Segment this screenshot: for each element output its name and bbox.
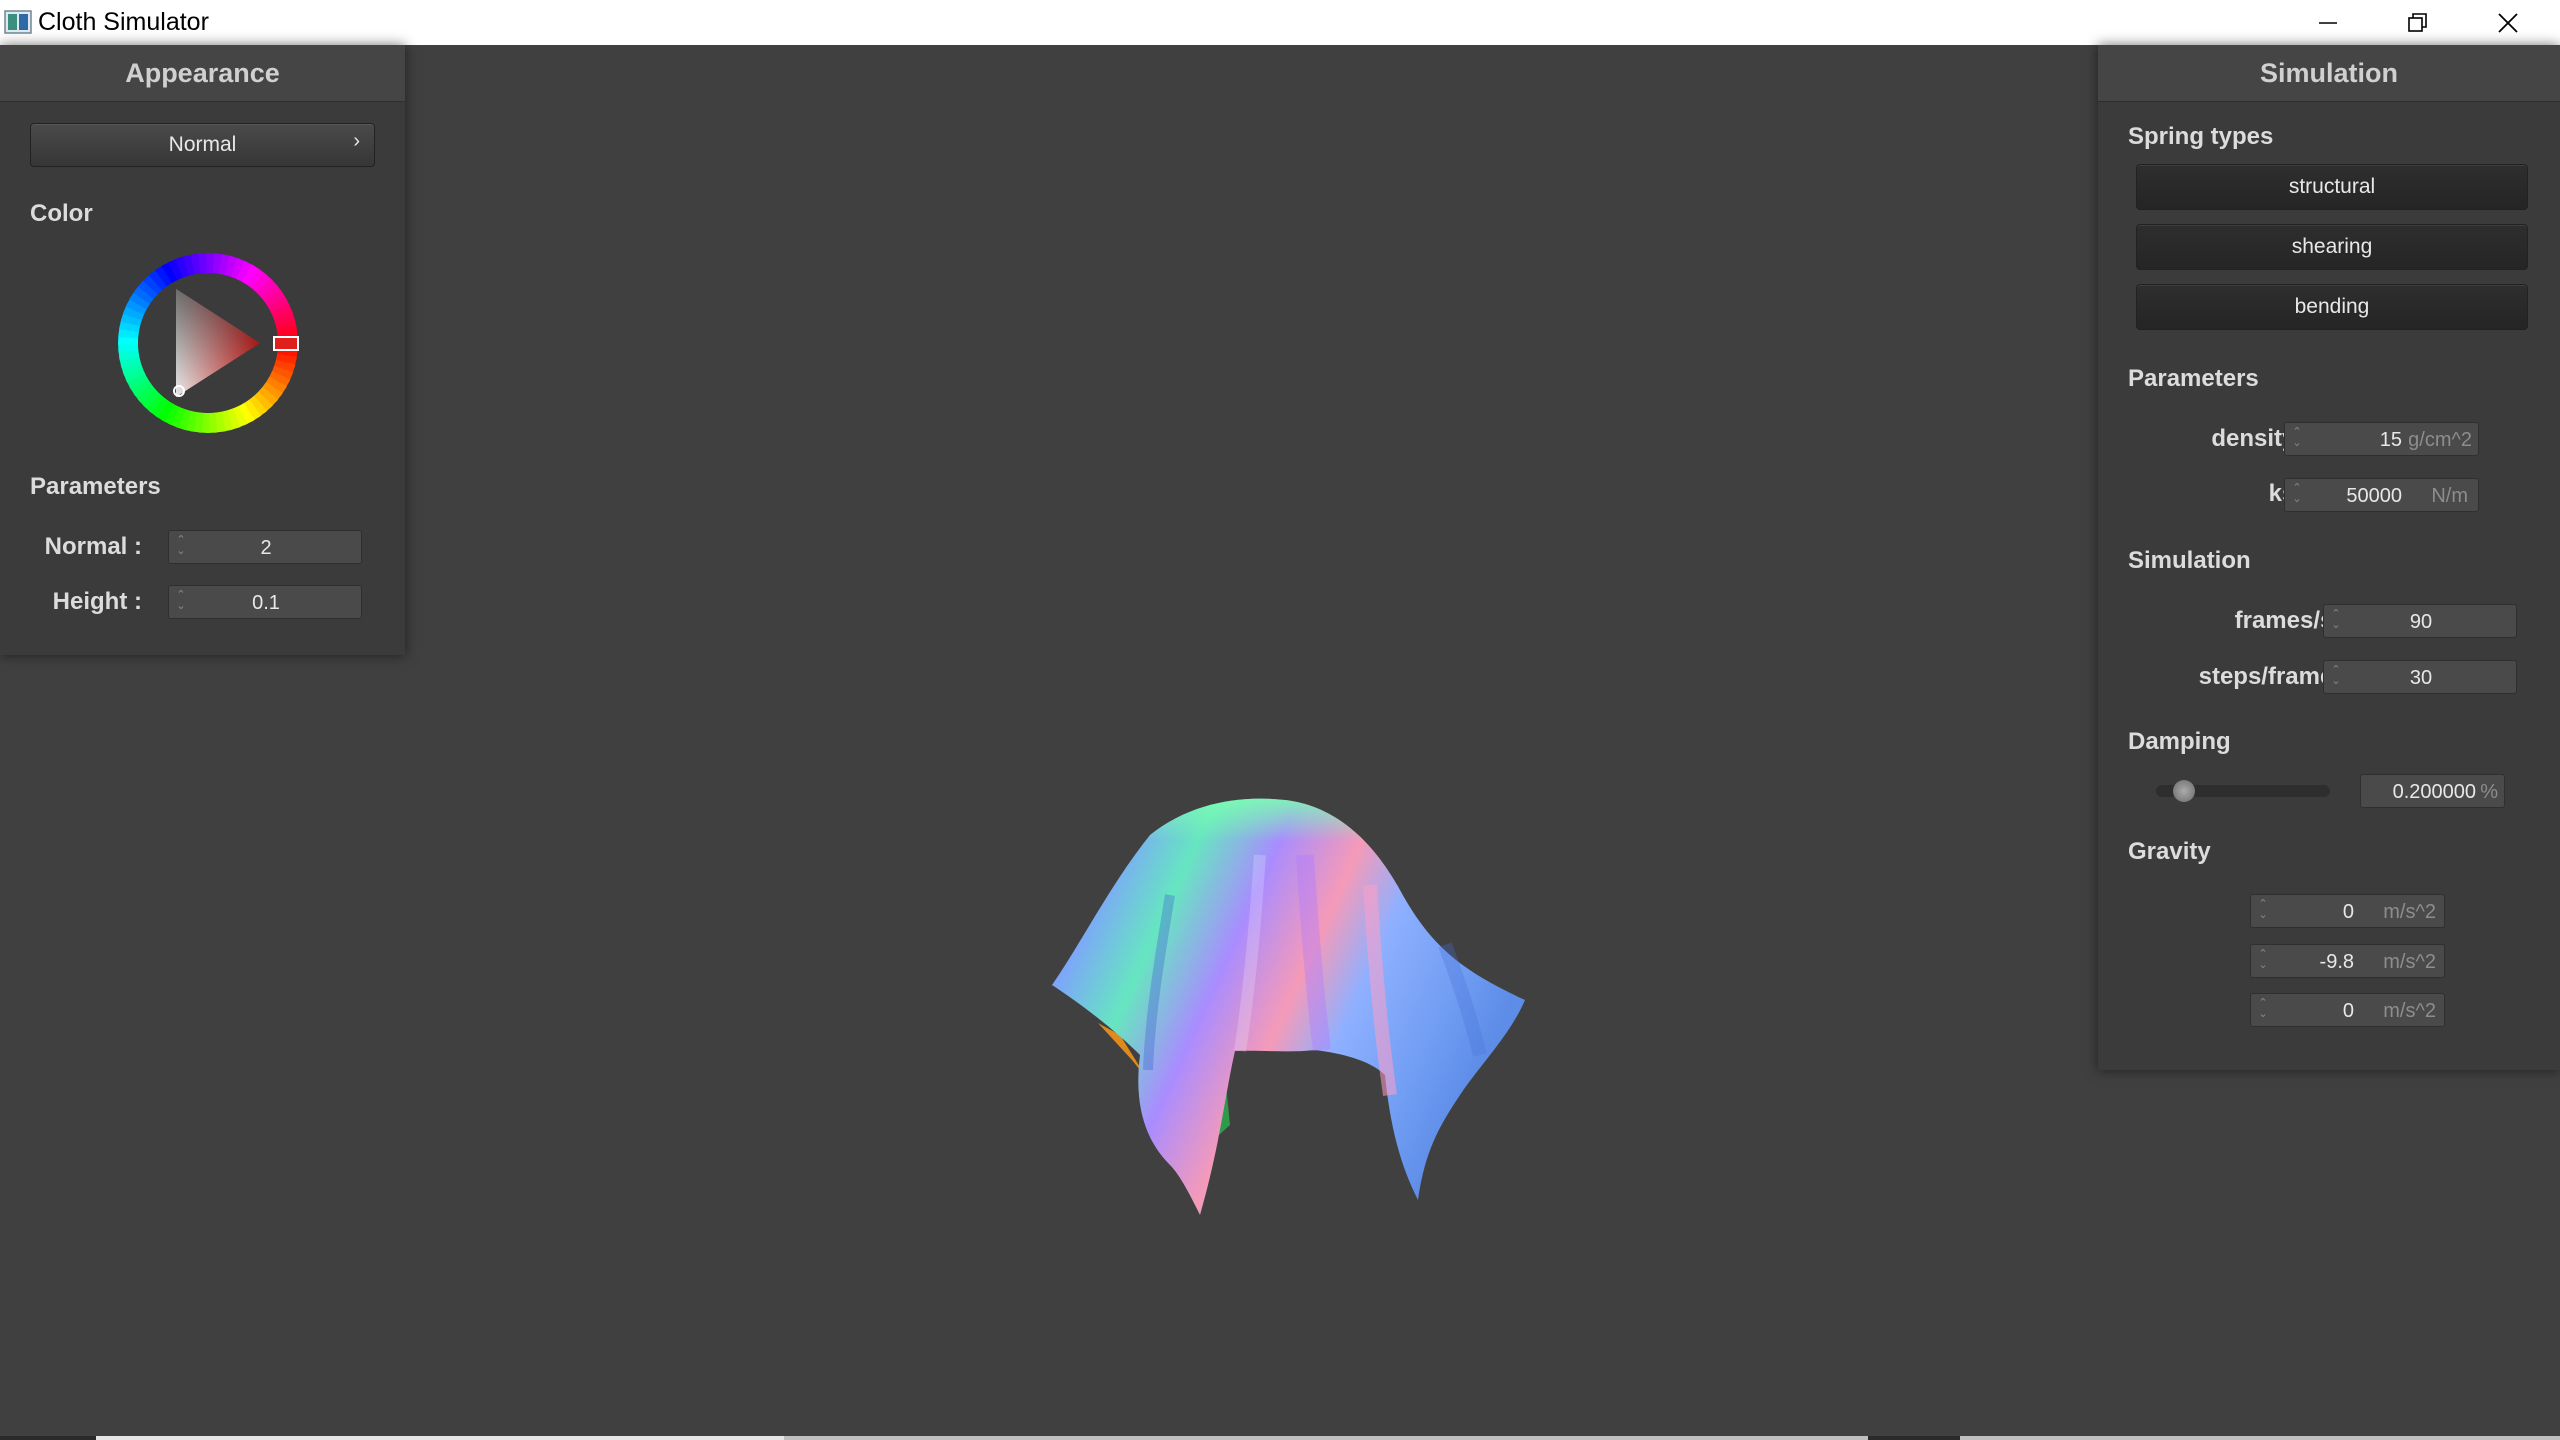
appearance-parameters-label: Parameters bbox=[30, 473, 161, 500]
normal-label: Normal : bbox=[44, 533, 142, 560]
simulation-section-label: Simulation bbox=[2128, 547, 2251, 574]
gravity-x-input[interactable]: ⌃ ⌄ 0 m/s^2 bbox=[2250, 894, 2445, 928]
height-label: Height : bbox=[52, 588, 142, 615]
ks-input[interactable]: ⌃ ⌄ 50000 N/m bbox=[2284, 478, 2479, 512]
color-wheel[interactable] bbox=[116, 251, 300, 435]
normal-input[interactable]: ⌃ ⌄ 2 bbox=[168, 530, 362, 564]
normal-value: 2 bbox=[260, 537, 272, 559]
window-title: Cloth Simulator bbox=[38, 8, 209, 36]
spring-types-label: Spring types bbox=[2128, 123, 2274, 150]
appearance-panel: Appearance Normal › Color Parameters Nor… bbox=[0, 45, 405, 655]
damping-slider-handle[interactable] bbox=[2172, 780, 2195, 802]
minimize-button[interactable] bbox=[2282, 0, 2374, 45]
spinner-icon[interactable]: ⌃ ⌄ bbox=[2257, 998, 2269, 1022]
fps-value: 90 bbox=[2409, 611, 2433, 633]
gravity-x-unit: m/s^2 bbox=[2383, 901, 2436, 923]
app-icon bbox=[4, 10, 32, 34]
hue-handle[interactable] bbox=[273, 336, 299, 351]
window-titlebar: Cloth Simulator bbox=[0, 0, 2560, 45]
simulation-panel: Simulation Spring types structural shear… bbox=[2098, 45, 2560, 1070]
gravity-x-value: 0 bbox=[2342, 901, 2354, 923]
appearance-panel-title: Appearance bbox=[0, 45, 405, 102]
spinner-icon[interactable]: ⌃ ⌄ bbox=[2291, 483, 2303, 507]
shearing-toggle[interactable]: shearing bbox=[2136, 224, 2528, 270]
bending-label: bending bbox=[2294, 295, 2370, 318]
structural-toggle[interactable]: structural bbox=[2136, 164, 2528, 210]
damping-unit: % bbox=[2480, 781, 2498, 803]
steps-label: steps/frame : bbox=[2198, 663, 2348, 690]
bottom-edge bbox=[0, 1436, 2560, 1440]
density-unit: g/cm^2 bbox=[2408, 429, 2472, 451]
restore-button[interactable] bbox=[2372, 0, 2464, 45]
damping-input[interactable]: 0.200000 % bbox=[2360, 774, 2505, 808]
ks-unit: N/m bbox=[2431, 485, 2468, 507]
height-value: 0.1 bbox=[252, 592, 280, 614]
steps-value: 30 bbox=[2409, 667, 2433, 689]
fps-input[interactable]: ⌃ ⌄ 90 bbox=[2323, 604, 2517, 638]
simulation-panel-title: Simulation bbox=[2098, 45, 2560, 102]
gravity-y-value: -9.8 bbox=[2319, 951, 2354, 973]
structural-label: structural bbox=[2288, 175, 2376, 198]
damping-label: Damping bbox=[2128, 728, 2231, 755]
damping-value: 0.200000 bbox=[2392, 781, 2476, 803]
spinner-icon[interactable]: ⌃ ⌄ bbox=[2257, 899, 2269, 923]
damping-slider[interactable] bbox=[2156, 780, 2330, 802]
density-value: 15 bbox=[2379, 429, 2402, 451]
steps-input[interactable]: ⌃ ⌄ 30 bbox=[2323, 660, 2517, 694]
shader-select-label: Normal bbox=[168, 133, 237, 156]
gravity-y-unit: m/s^2 bbox=[2383, 951, 2436, 973]
spinner-icon[interactable]: ⌃ ⌄ bbox=[2257, 949, 2269, 973]
fps-label: frames/s : bbox=[2234, 607, 2348, 634]
minimize-icon bbox=[2319, 21, 2337, 24]
chevron-right-icon: › bbox=[353, 130, 360, 152]
gravity-y-input[interactable]: ⌃ ⌄ -9.8 m/s^2 bbox=[2250, 944, 2445, 978]
shearing-label: shearing bbox=[2291, 235, 2373, 258]
sim-parameters-label: Parameters bbox=[2128, 365, 2259, 392]
bending-toggle[interactable]: bending bbox=[2136, 284, 2528, 330]
restore-icon bbox=[2408, 12, 2427, 32]
close-icon bbox=[2498, 12, 2518, 33]
gravity-z-input[interactable]: ⌃ ⌄ 0 m/s^2 bbox=[2250, 993, 2445, 1027]
gravity-z-unit: m/s^2 bbox=[2383, 1000, 2436, 1022]
color-label: Color bbox=[30, 200, 93, 227]
close-button[interactable] bbox=[2462, 0, 2554, 45]
gravity-z-value: 0 bbox=[2342, 1000, 2354, 1022]
spinner-icon[interactable]: ⌃ ⌄ bbox=[2291, 427, 2303, 451]
cloth-render[interactable] bbox=[1040, 795, 1540, 1215]
shader-select-button[interactable]: Normal › bbox=[30, 123, 375, 167]
height-input[interactable]: ⌃ ⌄ 0.1 bbox=[168, 585, 362, 619]
density-input[interactable]: ⌃ ⌄ 15 g/cm^2 bbox=[2284, 422, 2479, 456]
gravity-label: Gravity bbox=[2128, 838, 2211, 865]
ks-value: 50000 bbox=[2346, 485, 2402, 507]
